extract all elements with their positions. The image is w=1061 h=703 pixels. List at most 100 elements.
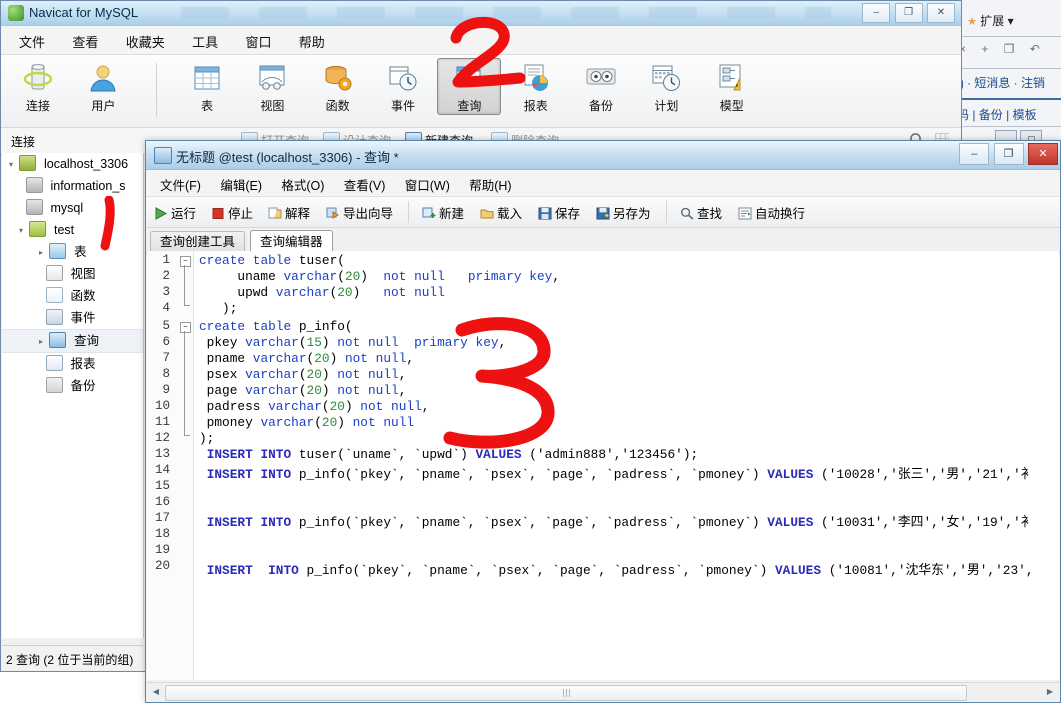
toolbar-event-button[interactable]: 事件 (372, 58, 434, 114)
tree-node-functions[interactable]: 函数 (2, 285, 143, 307)
save-button[interactable]: 保存 (538, 203, 580, 222)
query-maximize-button[interactable]: ❐ (993, 143, 1024, 165)
tree-node-mysql[interactable]: mysql (2, 197, 143, 219)
export-wizard-button[interactable]: 导出向导 (326, 203, 393, 222)
event-icon (46, 309, 63, 325)
main-menubar[interactable]: 文件 查看 收藏夹 工具 窗口 帮助 (1, 26, 961, 55)
view-icon (46, 265, 63, 281)
new-button[interactable]: 新建 (422, 203, 464, 222)
query-minimize-button[interactable]: – (959, 143, 990, 165)
connection-bar-label: 连接 (11, 135, 36, 149)
main-minimize-button[interactable]: – (862, 3, 891, 23)
tab-query-editor[interactable]: 查询编辑器 (250, 230, 333, 253)
toolbar-query-label: 查询 (457, 99, 482, 113)
new-icon (422, 207, 436, 220)
tree-label: 事件 (70, 311, 96, 325)
toolbar-connection-button[interactable]: 连接 (7, 58, 69, 114)
scroll-left-arrow-icon[interactable]: ◀ (149, 685, 163, 699)
tree-node-queries[interactable]: ▸ 查询 (2, 329, 143, 353)
save-icon (538, 207, 552, 220)
main-window-buttons[interactable]: – ❐ ✕ (861, 3, 955, 23)
tab-query-builder[interactable]: 查询创建工具 (150, 231, 246, 253)
query-icon (452, 62, 486, 94)
background-toolbar-icons[interactable]: × + ❐ ↶ (959, 42, 1046, 56)
load-button[interactable]: 载入 (480, 203, 522, 222)
expand-arrow-icon[interactable]: ▾ (16, 220, 26, 242)
tree-label: information_s (50, 179, 126, 193)
tree-node-views[interactable]: 视图 (2, 263, 143, 285)
run-icon (154, 207, 168, 220)
fold-toggle-icon[interactable]: − (180, 322, 191, 333)
tree-node-localhost[interactable]: ▾ localhost_3306 (2, 153, 143, 175)
word-wrap-button[interactable]: 自动换行 (738, 203, 805, 222)
explain-button[interactable]: 解释 (268, 203, 310, 222)
toolbar-backup-button[interactable]: 备份 (570, 58, 632, 114)
main-titlebar: Navicat for MySQL – ❐ ✕ (1, 1, 961, 26)
scrollbar-thumb[interactable] (165, 685, 967, 701)
menu-window[interactable]: 窗口 (233, 26, 283, 57)
query-toolbar: 运行 停止 解释 导出向导 新建 载入 保存 另存为 查找 自动换行 (146, 197, 1060, 228)
scroll-right-arrow-icon[interactable]: ▶ (1043, 685, 1057, 699)
main-close-button[interactable]: ✕ (927, 3, 955, 23)
query-menu-file[interactable]: 文件(F) (152, 170, 209, 199)
toolbar-function-button[interactable]: 函数 (307, 58, 369, 114)
tree-node-backups[interactable]: 备份 (2, 375, 143, 397)
tree-node-tables[interactable]: ▸ 表 (2, 241, 143, 263)
query-menubar[interactable]: 文件(F) 编辑(E) 格式(O) 查看(V) 窗口(W) 帮助(H) (146, 170, 1060, 197)
server-icon (19, 155, 37, 171)
background-links-row-1[interactable]: g · 短消息 · 注销 (957, 74, 1045, 91)
toolbar-query-button[interactable]: 查询 (437, 58, 502, 115)
extension-menu[interactable]: ★ 扩展 ▾ (967, 12, 1014, 29)
query-menu-format[interactable]: 格式(O) (273, 170, 332, 199)
report-icon (46, 355, 63, 371)
sql-editor[interactable]: 1 2 3 4 5 6 7 8 9 10 11 12 13 14 15 16 1… (147, 251, 1059, 680)
toolbar-schedule-button[interactable]: 计划 (635, 58, 697, 114)
save-as-button[interactable]: 另存为 (596, 203, 651, 222)
menu-view[interactable]: 查看 (60, 26, 110, 57)
run-button[interactable]: 运行 (154, 203, 196, 222)
query-menu-edit[interactable]: 编辑(E) (212, 170, 270, 199)
main-maximize-button[interactable]: ❐ (894, 3, 923, 23)
status-bar-text: 2 查询 (2 位于当前的组) (6, 653, 134, 667)
expand-arrow-icon[interactable]: ▸ (36, 242, 46, 264)
background-links-row-2[interactable]: 码 | 备份 | 模板 (957, 106, 1037, 123)
find-button[interactable]: 查找 (680, 203, 722, 222)
toolbar-backup-label: 备份 (589, 99, 614, 113)
toolbar-view-button[interactable]: 视图 (241, 58, 303, 114)
editor-horizontal-scrollbar[interactable]: ◀ ▶ (147, 682, 1059, 701)
query-tabs[interactable]: 查询创建工具 查询编辑器 (146, 228, 1060, 253)
save-as-icon (596, 207, 610, 220)
stop-button[interactable]: 停止 (211, 203, 253, 222)
query-window-buttons[interactable]: – ❐ ✕ (958, 143, 1058, 165)
function-icon (321, 62, 355, 94)
function-icon (46, 287, 63, 303)
toolbar-table-label: 表 (200, 99, 213, 113)
tree-node-reports[interactable]: 报表 (2, 353, 143, 375)
tree-node-test[interactable]: ▾ test (2, 219, 143, 241)
navicat-icon (8, 5, 24, 21)
tree-node-events[interactable]: 事件 (2, 307, 143, 329)
menu-favorites[interactable]: 收藏夹 (114, 26, 177, 57)
fold-toggle-icon[interactable]: − (180, 256, 191, 267)
query-menu-help[interactable]: 帮助(H) (461, 170, 519, 199)
query-window-icon (154, 147, 172, 164)
toolbar-model-label: 模型 (719, 99, 744, 113)
query-close-button[interactable]: ✕ (1028, 143, 1058, 165)
connection-tree[interactable]: ▾ localhost_3306 information_s mysql ▾ t… (2, 153, 144, 638)
expand-arrow-icon[interactable]: ▾ (6, 154, 16, 176)
expand-arrow-icon[interactable]: ▸ (36, 331, 46, 353)
menu-tools[interactable]: 工具 (180, 26, 230, 57)
toolbar-report-button[interactable]: 报表 (505, 58, 567, 114)
toolbar-table-button[interactable]: 表 (176, 58, 238, 114)
menu-file[interactable]: 文件 (7, 26, 57, 57)
toolbar-user-button[interactable]: 用户 (72, 58, 134, 114)
tree-node-information-schema[interactable]: information_s (2, 175, 143, 197)
tree-label: 视图 (70, 267, 96, 281)
extension-icon: ★ (967, 16, 977, 28)
tree-label: mysql (50, 201, 84, 215)
menu-help[interactable]: 帮助 (287, 26, 337, 57)
query-menu-view[interactable]: 查看(V) (336, 170, 394, 199)
toolbar-model-button[interactable]: 模型 (701, 58, 763, 114)
search-icon (680, 207, 694, 220)
query-menu-window[interactable]: 窗口(W) (397, 170, 458, 199)
